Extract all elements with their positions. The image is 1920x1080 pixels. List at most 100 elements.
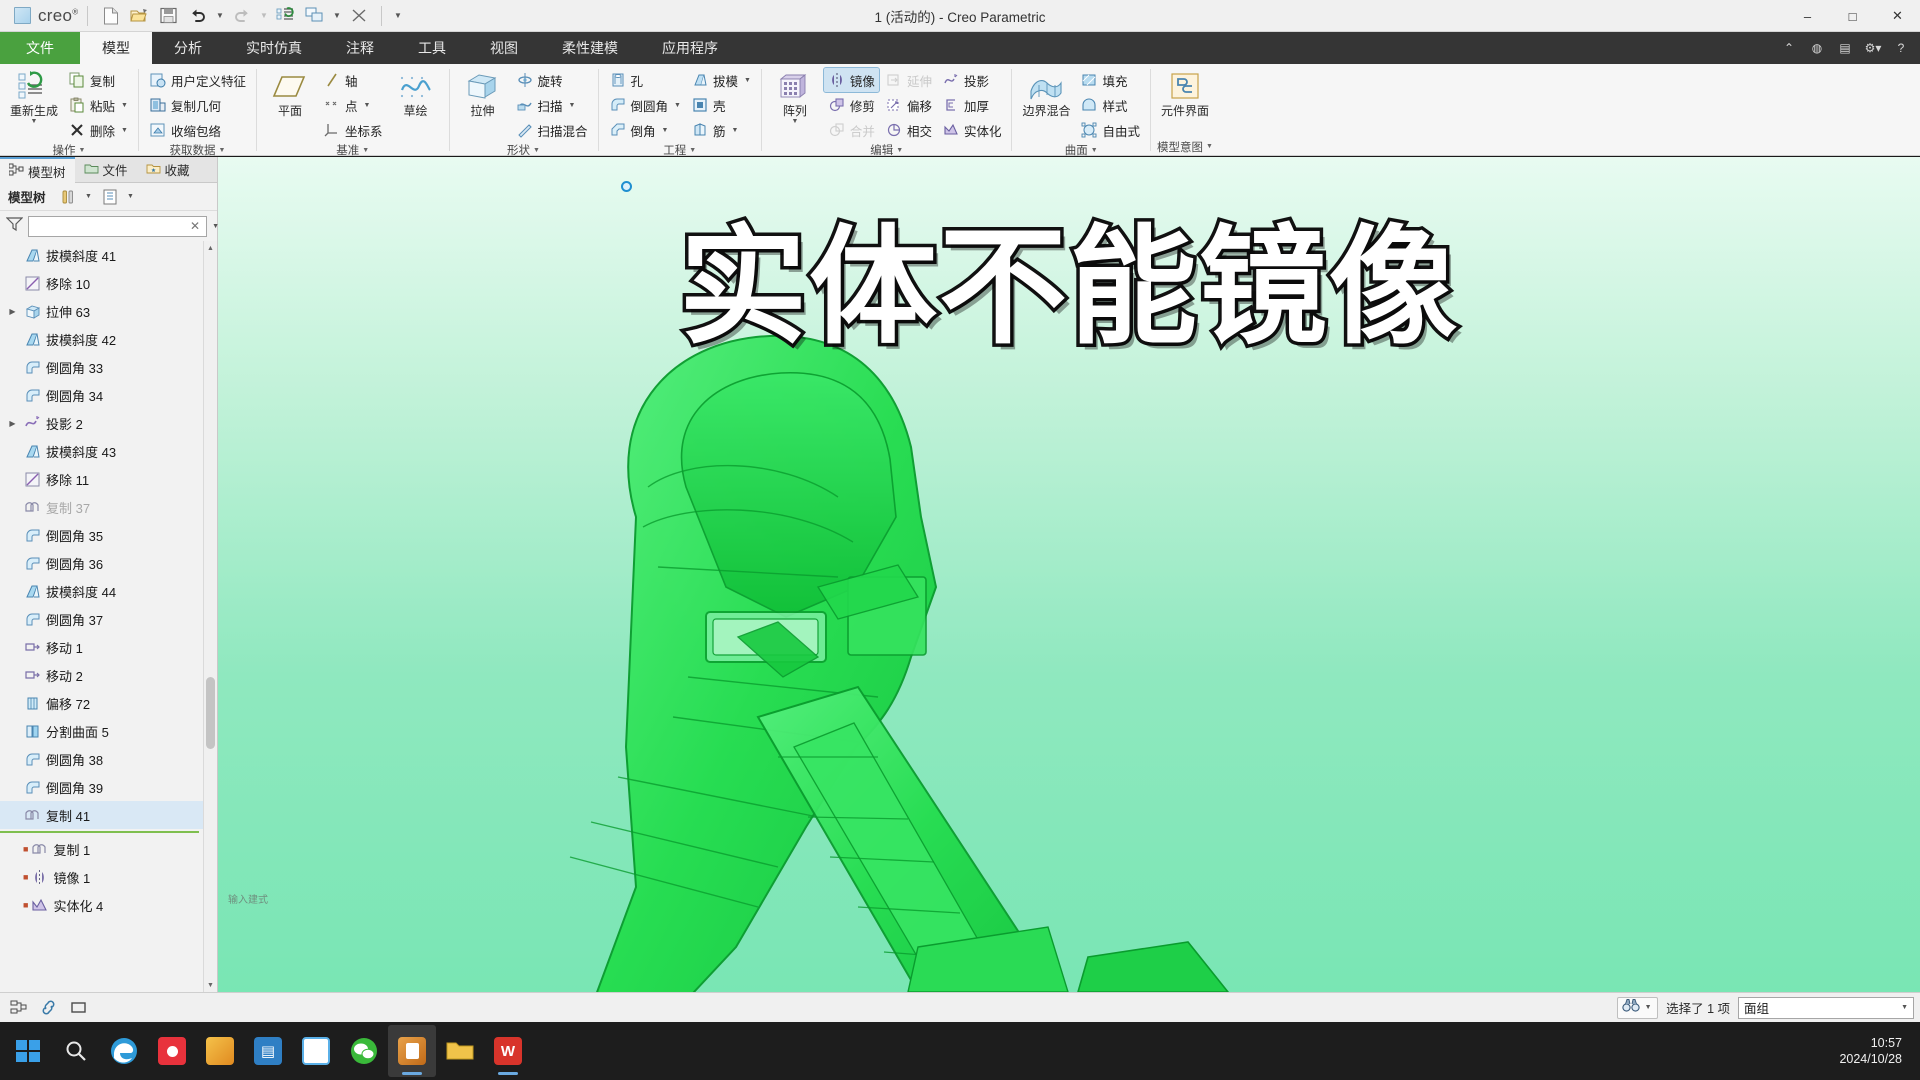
taskbar-explorer-blue[interactable]: ▤ — [244, 1025, 292, 1077]
taskbar-creo[interactable] — [388, 1025, 436, 1077]
selection-filter-caret[interactable]: ▼ — [1901, 1004, 1908, 1011]
datum-axis-button[interactable]: 轴 — [319, 68, 387, 92]
copy-button[interactable]: 复制 — [64, 68, 132, 92]
find-tool-caret[interactable]: ▼ — [1643, 1004, 1653, 1011]
regenerate-icon[interactable] — [272, 3, 299, 28]
scroll-down-icon[interactable]: ▼ — [204, 978, 217, 992]
taskbar-clock[interactable]: 10:57 2024/10/28 — [1839, 1035, 1920, 1067]
redo-dropdown-caret[interactable]: ▼ — [257, 3, 270, 28]
tree-item[interactable]: ▶倒圆角 35 — [0, 521, 203, 549]
tab-view[interactable]: 视图 — [468, 32, 540, 64]
graphics-area[interactable]: 输入建式 实体不能镜像 — [218, 157, 1920, 992]
help-icon[interactable]: ? — [1892, 41, 1910, 55]
tree-item[interactable]: ▶拔模斜度 43 — [0, 437, 203, 465]
clear-filter-icon[interactable]: ✕ — [188, 219, 202, 233]
save-icon[interactable] — [155, 3, 182, 28]
filter-funnel-icon[interactable] — [5, 216, 24, 237]
hole-button[interactable]: 孔 — [605, 68, 685, 92]
taskbar-app-orange[interactable] — [196, 1025, 244, 1077]
window-switch-caret[interactable]: ▼ — [330, 3, 343, 28]
group-caret-surfaces[interactable]: ▼ — [1091, 147, 1098, 154]
swept-blend-button[interactable]: 扫描混合 — [512, 118, 592, 142]
copy-geometry-button[interactable]: 复制几何 — [145, 93, 250, 117]
sweep-caret[interactable]: ▼ — [569, 102, 576, 109]
style-button[interactable]: 样式 — [1076, 93, 1144, 117]
model-tree-list[interactable]: ▶拔模斜度 41▶移除 10▶拉伸 63▶拔模斜度 42▶倒圆角 33▶倒圆角 … — [0, 241, 203, 992]
group-caret-get-data[interactable]: ▼ — [219, 147, 226, 154]
tree-item[interactable]: ▶复制 37 — [0, 493, 203, 521]
close-button[interactable]: ✕ — [1875, 0, 1920, 32]
tree-item[interactable]: ▶倒圆角 36 — [0, 549, 203, 577]
scroll-up-icon[interactable]: ▲ — [204, 241, 217, 255]
tree-expand-caret-icon[interactable]: ▶ — [6, 307, 19, 316]
group-caret-operations[interactable]: ▼ — [79, 147, 86, 154]
shell-button[interactable]: 壳 — [687, 93, 755, 117]
extrude-button[interactable]: 拉伸 — [456, 68, 510, 120]
link-icon[interactable] — [36, 997, 60, 1019]
tab-applications[interactable]: 应用程序 — [640, 32, 740, 64]
round-caret[interactable]: ▼ — [674, 102, 681, 109]
tree-expand-caret-icon[interactable]: ▶ — [6, 419, 19, 428]
delete-caret[interactable]: ▼ — [121, 127, 128, 134]
chevron-up-icon[interactable]: ⌃ — [1780, 41, 1798, 55]
tree-display-icon[interactable] — [99, 187, 121, 207]
regenerate-caret[interactable]: ▼ — [31, 118, 38, 126]
round-button[interactable]: 倒圆角 ▼ — [605, 93, 685, 117]
windows-start-icon[interactable] — [4, 1025, 52, 1077]
freestyle-button[interactable]: 自由式 — [1076, 118, 1144, 142]
revolve-button[interactable]: 旋转 — [512, 68, 592, 92]
tree-item[interactable]: ▶复制 41 — [0, 801, 203, 829]
display-icon[interactable]: ▤ — [1836, 41, 1854, 55]
taskbar-wechat[interactable] — [340, 1025, 388, 1077]
sketch-button[interactable]: 草绘 — [389, 68, 443, 120]
tree-item[interactable]: ▶倒圆角 38 — [0, 745, 203, 773]
maximize-button[interactable]: □ — [1830, 0, 1875, 32]
minimize-button[interactable]: – — [1785, 0, 1830, 32]
open-file-icon[interactable] — [126, 3, 153, 28]
tree-item[interactable]: ▶倒圆角 33 — [0, 353, 203, 381]
tree-item[interactable]: ▶拔模斜度 44 — [0, 577, 203, 605]
shrinkwrap-button[interactable]: 收缩包络 — [145, 118, 250, 142]
pattern-caret[interactable]: ▼ — [791, 118, 798, 126]
tree-item[interactable]: ▶倒圆角 34 — [0, 381, 203, 409]
rib-button[interactable]: 筋 ▼ — [687, 118, 755, 142]
group-caret-datum[interactable]: ▼ — [362, 147, 369, 154]
scrollbar-thumb[interactable] — [206, 676, 215, 749]
left-tab-favorites[interactable]: 收藏 — [137, 157, 199, 182]
draft-caret[interactable]: ▼ — [744, 77, 751, 84]
qat-overflow-caret[interactable]: ▼ — [391, 3, 404, 28]
tree-item[interactable]: ▶■复制 1 — [0, 835, 203, 863]
mirror-button[interactable]: 镜像 — [822, 67, 880, 93]
settings-caret-icon[interactable]: ⚙▾ — [1864, 41, 1882, 55]
taskbar-edge[interactable] — [100, 1025, 148, 1077]
tools-caret[interactable]: ▼ — [84, 193, 94, 200]
sweep-button[interactable]: 扫描 ▼ — [512, 93, 592, 117]
tree-item[interactable]: ▶拔模斜度 42 — [0, 325, 203, 353]
tree-item[interactable]: ▶分割曲面 5 — [0, 717, 203, 745]
boundary-blend-button[interactable]: 边界混合 — [1018, 68, 1074, 120]
undo-icon[interactable] — [184, 3, 211, 28]
tree-item[interactable]: ▶ 拉伸 63 — [0, 297, 203, 325]
paste-caret[interactable]: ▼ — [121, 102, 128, 109]
paste-button[interactable]: 粘贴 ▼ — [64, 93, 132, 117]
taskbar-wps[interactable]: W — [484, 1025, 532, 1077]
tree-item[interactable]: ▶倒圆角 39 — [0, 773, 203, 801]
tab-analysis[interactable]: 分析 — [152, 32, 224, 64]
pattern-button[interactable]: 阵列 ▼ — [768, 68, 822, 128]
undo-dropdown-caret[interactable]: ▼ — [213, 3, 226, 28]
offset-button[interactable]: 偏移 — [881, 93, 936, 117]
insert-here-divider[interactable] — [0, 831, 199, 833]
rect-select-icon[interactable] — [66, 997, 90, 1019]
tree-item[interactable]: ▶移动 1 — [0, 633, 203, 661]
search-icon[interactable] — [52, 1025, 100, 1077]
selection-filter-combo[interactable]: 面组 ▼ — [1738, 996, 1914, 1019]
tree-item[interactable]: ▶ 投影 2 — [0, 409, 203, 437]
thicken-button[interactable]: 加厚 — [938, 93, 1006, 117]
fill-button[interactable]: 填充 — [1076, 68, 1144, 92]
group-caret-editing[interactable]: ▼ — [896, 147, 903, 154]
tree-item[interactable]: ▶■镜像 1 — [0, 863, 203, 891]
layers-icon[interactable] — [6, 997, 30, 1019]
tree-item[interactable]: ▶偏移 72 — [0, 689, 203, 717]
datum-point-caret[interactable]: ▼ — [364, 102, 371, 109]
rib-caret[interactable]: ▼ — [731, 127, 738, 134]
